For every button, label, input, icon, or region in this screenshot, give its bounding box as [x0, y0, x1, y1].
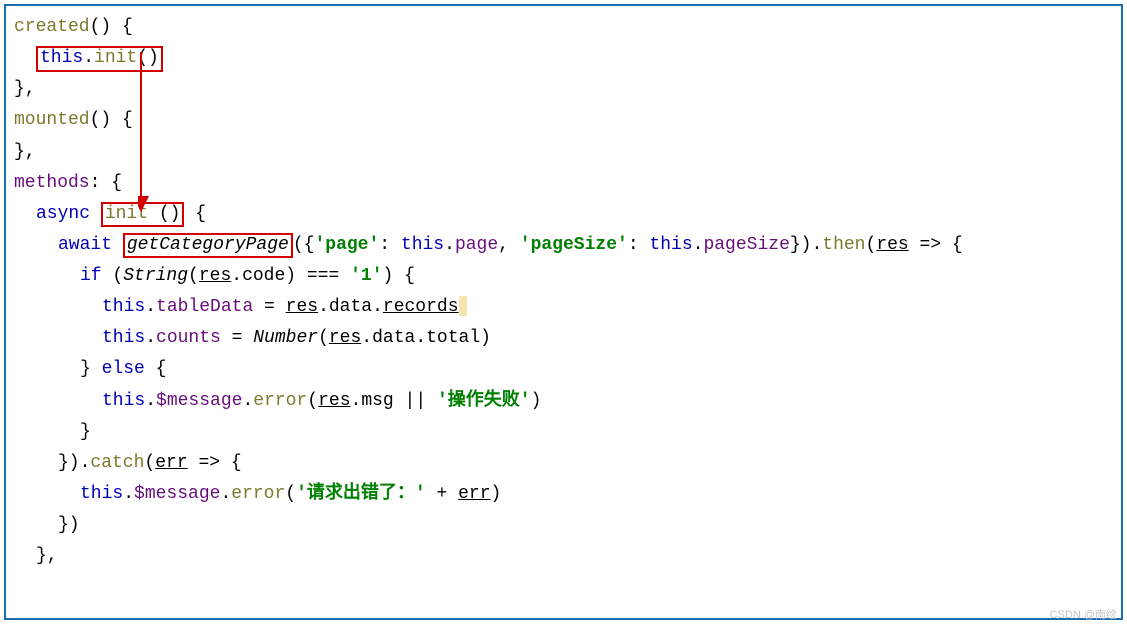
code-line: }).catch(err => { — [14, 448, 1113, 479]
code-line: } else { — [14, 354, 1113, 385]
code-line: } — [14, 417, 1113, 448]
code-line: methods: { — [14, 168, 1113, 199]
watermark: CSDN @南绘 — [1050, 606, 1117, 622]
methods-key: methods — [14, 173, 90, 193]
lifecycle-created: created — [14, 17, 90, 37]
code-line: mounted() { — [14, 105, 1113, 136]
code-editor: created() { this.init() }, mounted() { }… — [4, 4, 1123, 620]
code-line: }, — [14, 541, 1113, 572]
code-line: }, — [14, 137, 1113, 168]
code-line: this.$message.error(res.msg || '操作失败') — [14, 386, 1113, 417]
code-line: this.tableData = res.data.records — [14, 292, 1113, 323]
annotation-box-getcategorypage: getCategoryPage — [123, 233, 293, 259]
code-line: this.$message.error('请求出错了：' + err) — [14, 479, 1113, 510]
annotation-box-init-call: this.init() — [36, 46, 163, 72]
code-line: created() { — [14, 12, 1113, 43]
code-line: }) — [14, 510, 1113, 541]
code-line: async init () { — [14, 199, 1113, 230]
annotation-box-init-def: init () — [101, 202, 185, 228]
code-line: if (String(res.code) === '1') { — [14, 261, 1113, 292]
text-cursor — [459, 296, 467, 316]
code-line: this.init() — [14, 43, 1113, 74]
lifecycle-mounted: mounted — [14, 110, 90, 130]
code-line: }, — [14, 74, 1113, 105]
code-line: this.counts = Number(res.data.total) — [14, 323, 1113, 354]
code-line: await getCategoryPage({'page': this.page… — [14, 230, 1113, 261]
